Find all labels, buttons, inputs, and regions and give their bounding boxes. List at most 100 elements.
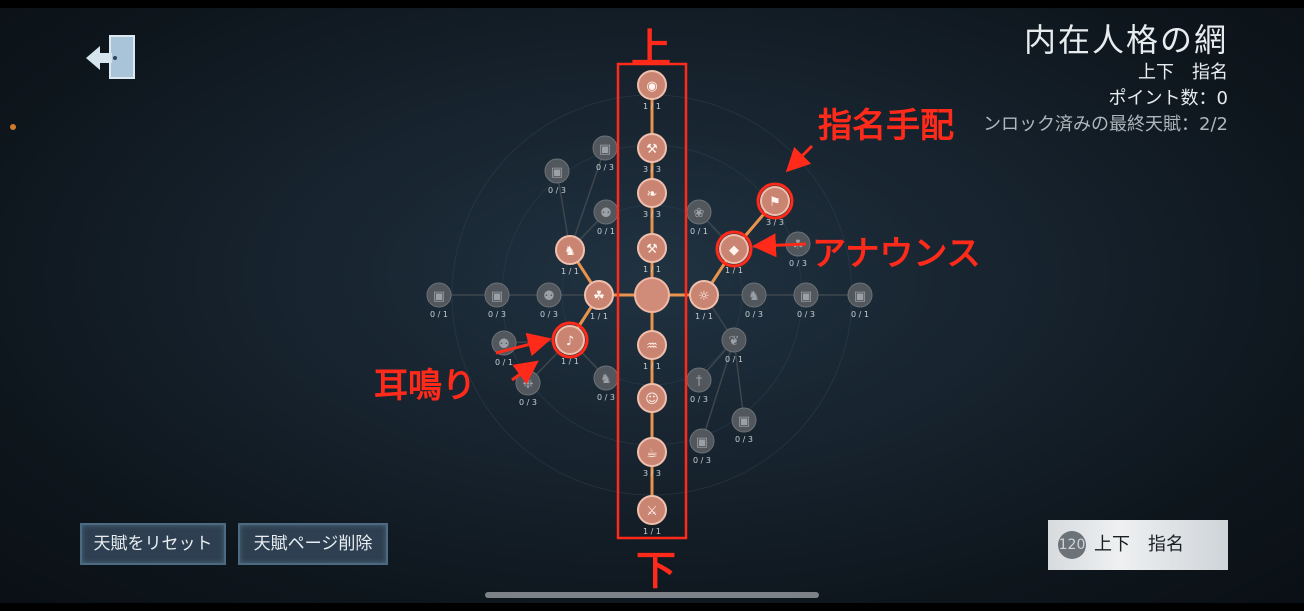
talent-node[interactable]: ◆1 / 1 (719, 234, 749, 275)
owl-icon: ☼ (698, 289, 710, 304)
unlocked-final-talents: ンロック済みの最終天賦：2/2 (983, 114, 1228, 135)
talent-count: 0 / 1 (597, 227, 615, 236)
grin-icon: ☺ (645, 392, 659, 407)
hammer-icon: ⚒ (646, 142, 658, 157)
talent-count: 1 / 1 (590, 312, 608, 321)
talent-node[interactable]: ☺ (637, 383, 667, 413)
talent-node[interactable]: ▣ 0 / 3 (731, 407, 757, 444)
creature-icon: ⚉ (600, 206, 612, 221)
talent-node[interactable]: ❦ 0 / 1 (721, 327, 747, 364)
eye-rune-icon: ◉ (646, 79, 657, 94)
talent-count: 0 / 1 (430, 310, 448, 319)
talent-count: 3 / 3 (643, 165, 661, 174)
talent-count: 0 / 3 (597, 393, 615, 402)
annotation-up-label: 上 (631, 26, 671, 72)
talent-node[interactable]: ▣ 0 / 1 (426, 282, 452, 319)
talent-node[interactable]: ⚉ 0 / 1 (593, 199, 619, 236)
talent-node[interactable]: † 0 / 3 (686, 367, 712, 404)
talent-count: 0 / 3 (693, 456, 711, 465)
talent-node[interactable]: ☘ 1 / 1 (584, 280, 614, 321)
talent-node[interactable]: ♞ 1 / 1 (555, 235, 585, 276)
beast-icon: ♞ (564, 244, 576, 259)
talent-count: 0 / 3 (540, 310, 558, 319)
talent-count: 0 / 1 (851, 310, 869, 319)
lock-icon: ▣ (551, 165, 563, 180)
page-title: 内在人格の網 (1023, 21, 1228, 59)
wrench-icon: ⚒ (646, 242, 658, 257)
cup-icon: ☕ (646, 446, 658, 461)
talent-count: 0 / 1 (495, 358, 513, 367)
game-screen: ◉ 1 / 1 ⚒ 3 / 3 ❧ 3 / 3 ⚒ 1 / 1 ♒ 1 / 1 ☺ ☕ 3 / 3 ⚔ 1 … (0, 8, 1304, 603)
reset-talents-button[interactable]: 天賦をリセット (80, 523, 226, 565)
page-number-badge: 120 (1058, 531, 1086, 559)
lock-icon: ▣ (433, 289, 445, 304)
delete-talent-page-button[interactable]: 天賦ページ削除 (238, 523, 388, 565)
exit-door-icon (86, 35, 135, 79)
talent-count: 0 / 3 (488, 310, 506, 319)
talent-node[interactable]: ⚒ 3 / 3 (637, 133, 667, 174)
talent-node[interactable]: ♪1 / 1 (555, 325, 585, 366)
talent-count: 0 / 3 (596, 163, 614, 172)
talent-page-selector[interactable]: 120 上下 指名 (1048, 520, 1228, 570)
talent-count: 3 / 3 (643, 210, 661, 219)
talent-node[interactable]: ▣ 0 / 3 (689, 428, 715, 465)
talent-node[interactable]: ☼ 1 / 1 (689, 280, 719, 321)
talent-node[interactable]: ♞ 0 / 3 (741, 282, 767, 319)
lock-icon: ▣ (800, 289, 812, 304)
talent-count: 1 / 1 (643, 362, 661, 371)
annotation-tinnitus-label: 耳鳴り (374, 366, 476, 406)
talent-node[interactable]: ♒ 1 / 1 (637, 330, 667, 371)
talent-node[interactable]: ▣ 0 / 3 (544, 158, 570, 195)
talent-node[interactable]: ❧ 3 / 3 (637, 178, 667, 219)
talent-node[interactable]: ▣ 0 / 3 (592, 135, 618, 172)
talent-node[interactable]: ❉ 0 / 3 (515, 370, 541, 407)
talent-node[interactable]: ▣ 0 / 3 (793, 282, 819, 319)
lock-icon: ▣ (696, 435, 708, 450)
talent-node[interactable]: ⚑3 / 3 (760, 186, 790, 227)
talent-node[interactable]: ▣ 0 / 1 (847, 282, 873, 319)
talent-count: 0 / 3 (797, 310, 815, 319)
talent-node[interactable]: ⚔ 1 / 1 (637, 495, 667, 536)
talent-node[interactable]: ♞ 0 / 3 (593, 365, 619, 402)
talent-node[interactable]: ⚉ 0 / 3 (536, 282, 562, 319)
tinnitus-icon: ♪ (566, 334, 574, 349)
talent-count: 1 / 1 (561, 267, 579, 276)
whip-icon: ❧ (647, 187, 658, 202)
announce-icon: ◆ (729, 243, 739, 258)
horse-icon: ♞ (748, 289, 760, 304)
points-count: ポイント数：0 (1108, 88, 1228, 109)
talent-node[interactable]: ☕ 3 / 3 (637, 437, 667, 478)
annotation-wanted-label: 指名手配 (818, 106, 954, 146)
monkey-icon: ⚉ (543, 289, 555, 304)
wanted-icon: ⚑ (769, 195, 781, 210)
talent-node[interactable]: ◉ 1 / 1 (637, 70, 667, 111)
talent-count: 0 / 3 (745, 310, 763, 319)
talent-count: 0 / 3 (735, 435, 753, 444)
talent-page-name: 上下 指名 (1138, 62, 1228, 83)
talent-count: 0 / 3 (548, 186, 566, 195)
lock-icon: ▣ (854, 289, 866, 304)
talent-count: 0 / 1 (725, 355, 743, 364)
talent-count: 1 / 1 (643, 265, 661, 274)
talent-count: 0 / 3 (519, 398, 537, 407)
talent-node[interactable]: ⚒ 1 / 1 (637, 233, 667, 274)
talent-node[interactable]: ❀ 0 / 1 (686, 199, 712, 236)
deer-skull-icon: ☘ (593, 289, 605, 304)
knife-icon: † (696, 374, 703, 389)
annotation-arrow (752, 233, 807, 258)
talent-count: 3 / 3 (643, 469, 661, 478)
talent-core-node[interactable] (634, 277, 670, 313)
talent-count: 0 / 3 (690, 395, 708, 404)
cat-icon: ❉ (523, 377, 534, 392)
talent-count: 1 / 1 (643, 527, 661, 536)
talent-count: 1 / 1 (695, 312, 713, 321)
talent-node[interactable]: ☘0 / 3 (785, 231, 811, 268)
annotation-announce-label: アナウンス (812, 234, 981, 274)
exit-button[interactable] (82, 30, 142, 86)
talent-count: 1 / 1 (643, 102, 661, 111)
talent-node[interactable]: ▣ 0 / 3 (484, 282, 510, 319)
annotation-arrow (785, 144, 814, 173)
talent-count: 0 / 3 (789, 259, 807, 268)
lock-icon: ▣ (599, 142, 611, 157)
title-block: 内在人格の網 上下 指名 ポイント数：0 ンロック済みの最終天賦：2/2 (983, 20, 1228, 138)
